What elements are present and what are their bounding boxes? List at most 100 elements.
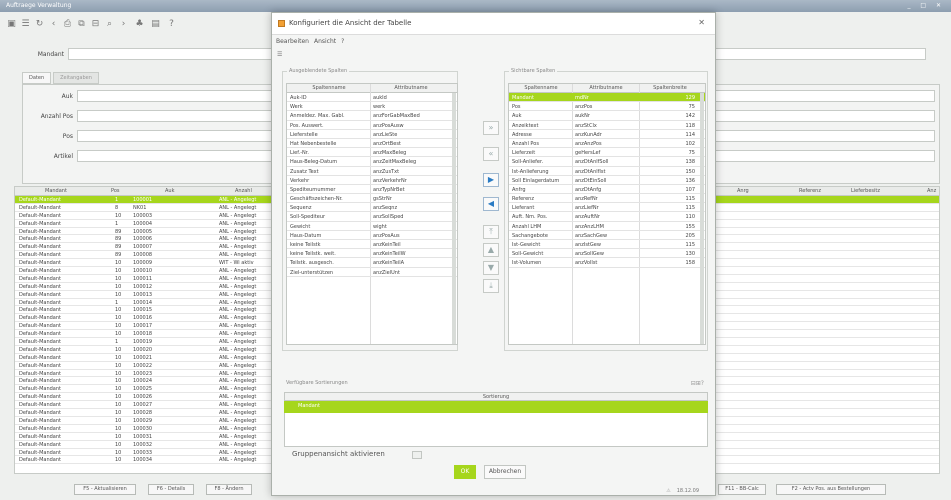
group-view-checkbox[interactable] xyxy=(412,451,422,459)
col-referenz[interactable]: Referenz xyxy=(799,188,821,194)
window-controls[interactable]: _ □ ✕ xyxy=(907,2,945,9)
hidden-column-row[interactable]: Ziel-unterstützen anzZielUnt xyxy=(287,268,457,277)
menu-bearbeiten[interactable]: Bearbeiten xyxy=(276,38,309,45)
hidden-column-row[interactable]: Spediteurnummer anzTypNrBet xyxy=(287,185,457,195)
hidden-columns-scrollbar[interactable] xyxy=(452,93,456,344)
move-down-icon[interactable]: ▼ xyxy=(483,261,499,275)
visible-column-row[interactable]: Adresse anzKunAdr 114 xyxy=(509,130,705,139)
grid-icon[interactable]: ▤ xyxy=(150,19,161,30)
col-anz[interactable]: Anz xyxy=(927,188,936,194)
visible-column-row[interactable]: Auft. Nm. Pos. anzAuftNr 110 xyxy=(509,212,705,222)
search-icon[interactable]: ⌕ xyxy=(104,19,115,30)
dialog-toolbar-icon[interactable]: ☰ xyxy=(277,51,282,58)
hidden-column-row[interactable]: Haus-Datum anzPosAus xyxy=(287,231,457,240)
list-icon[interactable]: ☰ xyxy=(20,19,31,30)
hidden-column-row[interactable]: Teilstk. ausgesch. anzKeinTeilA xyxy=(287,258,457,268)
move-left-all-icon[interactable]: « xyxy=(483,147,499,161)
hidden-column-row[interactable]: Soll-Spediteur anzSollSped xyxy=(287,212,457,222)
hidden-column-row[interactable]: Hat Nebenbestelle anzOrtBest xyxy=(287,139,457,149)
visible-column-row[interactable]: Anzahl LHM anzAnzLHM 155 xyxy=(509,222,705,231)
move-right-all-icon[interactable]: » xyxy=(483,121,499,135)
visible-column-row[interactable]: Lieferant anzLiefNr 115 xyxy=(509,203,705,213)
hidden-column-row[interactable]: Zusatz Text anzZusTxt xyxy=(287,167,457,176)
visible-column-row[interactable]: Mandant mdNr 129 xyxy=(509,93,705,103)
col-anrg[interactable]: Anrg xyxy=(737,188,749,194)
cell-anz: ANL - Angelegt xyxy=(219,362,257,369)
hidden-column-row[interactable]: Anmeldez. Max. Gabl. anzForGabMaxBed xyxy=(287,111,457,121)
visible-col-name-header[interactable]: Spaltenname xyxy=(511,85,571,91)
visible-column-row[interactable]: Soll-Anliefer. anzDtAnlfSoll 138 xyxy=(509,157,705,167)
menu-ansicht[interactable]: Ansicht xyxy=(314,38,336,45)
tab-zeitangaben[interactable]: Zeitangaben xyxy=(53,72,99,84)
hidden-column-row[interactable]: keine Teilstk anzKeinTeil xyxy=(287,240,457,250)
cell-pos: 10 xyxy=(115,283,122,290)
hidden-column-row[interactable]: Haus-Beleg-Datum anzZeitMaxBeleg xyxy=(287,157,457,167)
visible-column-row[interactable]: Sachangebote anzSachGew 205 xyxy=(509,231,705,240)
move-top-icon[interactable]: ⤒ xyxy=(483,225,499,239)
visible-col-attr-header[interactable]: Attributname xyxy=(573,85,639,91)
visible-column-row[interactable]: Ist-Gewicht anzIstGew 115 xyxy=(509,240,705,250)
next-icon[interactable]: › xyxy=(118,19,129,30)
visible-column-row[interactable]: Referenz anzRefNr 115 xyxy=(509,194,705,204)
tree-icon[interactable]: ♣ xyxy=(134,19,145,30)
back-icon[interactable]: ‹ xyxy=(48,19,59,30)
close-icon[interactable]: ✕ xyxy=(698,18,705,27)
hidden-column-row[interactable]: Auk-ID aukId xyxy=(287,93,457,103)
hidden-column-row[interactable]: Sequenz anzSeqnz xyxy=(287,203,457,213)
visible-column-row[interactable]: Pos anzPos 75 xyxy=(509,102,705,112)
refresh-button[interactable]: F5 - Aktualisieren xyxy=(74,484,136,495)
visible-col-width-header[interactable]: Spaltenbreite xyxy=(641,85,699,91)
visible-column-row[interactable]: Anzahl Pos anzAnzPos 102 xyxy=(509,139,705,149)
visible-column-row[interactable]: Ist-Volumen anzVolIst 158 xyxy=(509,258,705,268)
move-up-icon[interactable]: ▲ xyxy=(483,243,499,257)
print-icon[interactable]: ⎙ xyxy=(62,19,73,30)
hidden-column-row[interactable]: Gewicht wight xyxy=(287,222,457,231)
cell-anz: ANL - Angelegt xyxy=(219,275,257,282)
column-name: Pos. Auswert. xyxy=(290,122,324,129)
col-pos[interactable]: Pos xyxy=(111,188,120,194)
col-lieferbesitz[interactable]: Lieferbesitz xyxy=(851,188,880,194)
hidden-col-name-header[interactable]: Spaltenname xyxy=(289,85,369,91)
hidden-column-row[interactable]: Geschäftszeichen-Nr. gsStrNr xyxy=(287,194,457,204)
pos-from-orders-button[interactable]: F2 - Actv Pos. aus Bestellungen xyxy=(776,484,886,495)
filter-icon[interactable]: ⊟ xyxy=(90,19,101,30)
hidden-column-row[interactable]: Lieferstelle anzLieSte xyxy=(287,130,457,139)
details-button[interactable]: F6 - Details xyxy=(148,484,194,495)
menu-help[interactable]: ? xyxy=(341,38,344,45)
col-auk[interactable]: Auk xyxy=(165,188,175,194)
visible-column-row[interactable]: Soll Einlagerdatum anzDtEinSoll 136 xyxy=(509,176,705,185)
move-bottom-icon[interactable]: ⤓ xyxy=(483,279,499,293)
sort-tools-icon[interactable]: ⊟⊞? xyxy=(691,380,704,387)
cell-pos: 10 xyxy=(115,268,122,275)
visible-column-row[interactable]: Anfrg anzDtAnfg 107 xyxy=(509,185,705,195)
cancel-button[interactable]: Abbrechen xyxy=(484,465,526,479)
hidden-column-row[interactable]: Werk werk xyxy=(287,102,457,112)
hidden-column-row[interactable]: keine Teilstk. weit. anzKeinTeilW xyxy=(287,249,457,259)
refresh-icon[interactable]: ↻ xyxy=(34,19,45,30)
col-anzahl[interactable]: Anzahl xyxy=(235,188,252,194)
column-name: Spediteurnummer xyxy=(290,186,336,193)
move-left-icon[interactable]: ◀ xyxy=(483,197,499,211)
sort-row[interactable]: Mandant xyxy=(284,401,708,413)
sort-header[interactable]: Sortierung xyxy=(284,392,708,401)
visible-column-row[interactable]: Lieferzeit geHersLef 75 xyxy=(509,148,705,158)
visible-column-row[interactable]: Anzeiktext anzStClx 118 xyxy=(509,121,705,130)
save-icon[interactable]: ▣ xyxy=(6,19,17,30)
hidden-column-row[interactable]: Verkehr anzVerkehrNr xyxy=(287,176,457,185)
cell-mandant: Default-Mandant xyxy=(19,394,61,401)
visible-column-row[interactable]: Auk aukNr 142 xyxy=(509,111,705,121)
copy-icon[interactable]: ⧉ xyxy=(76,19,87,30)
hidden-col-attr-header[interactable]: Attributname xyxy=(371,85,451,91)
visible-column-row[interactable]: Ist-Anlieferung anzDtAnlfIst 150 xyxy=(509,167,705,176)
ok-button[interactable]: OK xyxy=(454,465,476,479)
move-right-icon[interactable]: ▶ xyxy=(483,173,499,187)
hidden-column-row[interactable]: Pos. Auswert. anzPosAusw xyxy=(287,121,457,130)
visible-columns-scrollbar[interactable] xyxy=(700,93,704,344)
hidden-column-row[interactable]: Lief.-Nr. anzMaxBeleg xyxy=(287,148,457,158)
bb-calc-button[interactable]: F11 - BB-Calc xyxy=(718,484,766,495)
visible-column-row[interactable]: Soll-Gewicht anzSollGew 130 xyxy=(509,249,705,259)
help-icon[interactable]: ? xyxy=(166,19,177,30)
tab-daten[interactable]: Daten xyxy=(22,72,52,84)
edit-button[interactable]: F8 - Ändern xyxy=(206,484,252,495)
col-mandant[interactable]: Mandant xyxy=(45,188,67,194)
